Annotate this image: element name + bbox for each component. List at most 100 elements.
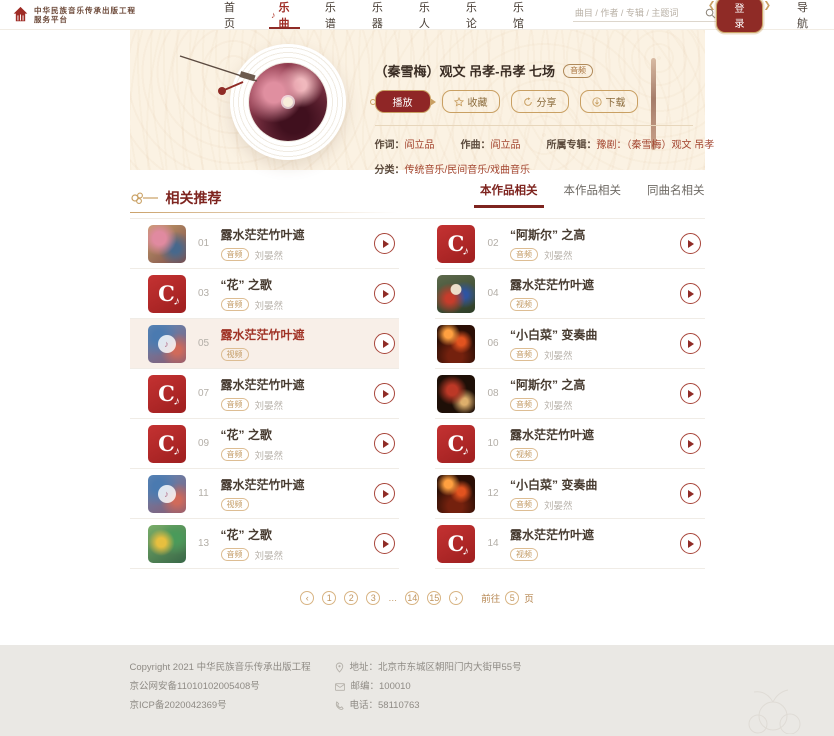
song-row-13[interactable]: 13“花” 之歌音频刘晏然: [130, 519, 400, 569]
pager-prev-button[interactable]: ‹: [300, 591, 314, 605]
song-row-11[interactable]: ♪11露水茫茫竹叶遮视频: [130, 469, 400, 519]
song-row-09[interactable]: C♪09“花” 之歌音频刘晏然: [130, 419, 400, 469]
song-row-10[interactable]: C♪10露水茫茫竹叶遮视频: [435, 419, 705, 469]
artist-name: 刘晏然: [544, 398, 573, 412]
logo-subtitle: 服务平台: [34, 15, 136, 24]
share-button[interactable]: 分享: [511, 90, 569, 113]
row-play-button[interactable]: [680, 233, 701, 254]
phone-icon: [335, 701, 344, 710]
song-row-title[interactable]: 露水茫茫竹叶遮: [510, 526, 594, 543]
song-row-title[interactable]: 露水茫茫竹叶遮: [221, 476, 305, 493]
row-play-button[interactable]: [680, 383, 701, 404]
track-number: 10: [481, 438, 505, 449]
row-play-button[interactable]: [374, 433, 395, 454]
vinyl-record: [230, 44, 346, 160]
song-row-06[interactable]: 06“小白菜” 变奏曲音频刘晏然: [435, 319, 705, 369]
related-tab-1[interactable]: 本作品相关: [480, 182, 538, 208]
pager-page-14[interactable]: 14: [405, 591, 419, 605]
artist-name: 刘晏然: [255, 248, 284, 262]
song-row-title[interactable]: “小白菜” 变奏曲: [510, 476, 597, 493]
song-row-title[interactable]: “花” 之歌: [221, 276, 284, 293]
login-button[interactable]: 登录: [716, 0, 763, 33]
song-row-title[interactable]: “花” 之歌: [221, 426, 284, 443]
logo-emblem-icon: [12, 6, 29, 23]
nav-item-7[interactable]: 乐馆: [513, 0, 533, 29]
download-button[interactable]: 下载: [580, 90, 638, 113]
play-triangle-icon: [688, 540, 694, 548]
media-type-badge: 音频: [221, 448, 249, 461]
search-box[interactable]: [573, 7, 716, 22]
download-icon: [592, 97, 602, 107]
category-field: 分类：传统音乐/民间音乐/戏曲音乐: [375, 161, 531, 176]
album-field[interactable]: 所属专辑：豫剧：（秦雪梅）观文 吊孝: [547, 136, 715, 151]
play-triangle-icon: [383, 540, 389, 548]
row-play-button[interactable]: [374, 383, 395, 404]
song-row-05[interactable]: ♪05露水茫茫竹叶遮视频: [130, 319, 400, 369]
related-tab-3[interactable]: 同曲名相关: [647, 182, 705, 208]
music-note-icon: ♪: [271, 10, 276, 20]
pager-page-2[interactable]: 2: [344, 591, 358, 605]
song-row-title[interactable]: 露水茫茫竹叶遮: [510, 276, 594, 293]
song-info: “花” 之歌音频刘晏然: [221, 276, 284, 312]
row-play-button[interactable]: [680, 433, 701, 454]
photo-thumbnail: ♪: [148, 475, 186, 513]
star-icon: [454, 97, 464, 107]
nav-item-4[interactable]: 乐器: [372, 0, 392, 29]
nav-item-1[interactable]: 首页: [224, 0, 244, 29]
logo-thumbnail: C♪: [437, 525, 475, 563]
play-triangle-icon: [383, 290, 389, 298]
song-row-title[interactable]: “阿斯尔” 之高: [510, 376, 585, 393]
pager-page-15[interactable]: 15: [427, 591, 441, 605]
favorite-button[interactable]: 收藏: [442, 90, 500, 113]
nav-item-6[interactable]: 乐论: [466, 0, 486, 29]
goto-page-input[interactable]: 5: [505, 591, 519, 605]
song-row-title[interactable]: 露水茫茫竹叶遮: [510, 426, 594, 443]
row-play-button[interactable]: [374, 233, 395, 254]
logo[interactable]: 中华民族音乐传承出版工程 服务平台: [12, 6, 190, 24]
photo-thumbnail: [148, 225, 186, 263]
row-play-button[interactable]: [680, 483, 701, 504]
search-input[interactable]: [573, 7, 705, 19]
play-triangle-icon: [383, 340, 389, 348]
row-play-button[interactable]: [374, 533, 395, 554]
song-row-03[interactable]: C♪03“花” 之歌音频刘晏然: [130, 269, 400, 319]
song-row-title[interactable]: 露水茫茫竹叶遮: [221, 326, 305, 343]
pager-next-button[interactable]: ›: [449, 591, 463, 605]
section-underline: [130, 212, 398, 213]
song-row-title[interactable]: 露水茫茫竹叶遮: [221, 226, 305, 243]
logo-c-glyph: C: [158, 383, 175, 404]
row-play-button[interactable]: [374, 283, 395, 304]
play-triangle-icon: [383, 240, 389, 248]
song-row-12[interactable]: 12“小白菜” 变奏曲音频刘晏然: [435, 469, 705, 519]
media-type-badge: 视频: [510, 448, 538, 461]
related-tab-2[interactable]: 本作品相关: [564, 182, 622, 208]
play-triangle-icon: [383, 440, 389, 448]
nav-item-3[interactable]: 乐谱: [325, 0, 345, 29]
song-row-14[interactable]: C♪14露水茫茫竹叶遮视频: [435, 519, 705, 569]
pager-ellipsis: …: [388, 591, 397, 605]
row-play-button[interactable]: [374, 483, 395, 504]
song-row-02[interactable]: C♪02“阿斯尔” 之高音频刘晏然: [435, 219, 705, 269]
pager-page-3[interactable]: 3: [366, 591, 380, 605]
nav-item-2[interactable]: ♪乐曲: [271, 0, 298, 29]
song-row-title[interactable]: “花” 之歌: [221, 526, 284, 543]
song-row-07[interactable]: C♪07露水茫茫竹叶遮音频刘晏然: [130, 369, 400, 419]
play-button[interactable]: 播放: [375, 90, 431, 113]
mail-icon: [335, 683, 345, 691]
song-row-08[interactable]: 08“阿斯尔” 之高音频刘晏然: [435, 369, 705, 419]
nav-item-5[interactable]: 乐人: [419, 0, 439, 29]
song-row-01[interactable]: 01露水茫茫竹叶遮音频刘晏然: [130, 219, 400, 269]
pager-page-1[interactable]: 1: [322, 591, 336, 605]
song-row-title[interactable]: “阿斯尔” 之高: [510, 226, 585, 243]
nav-toggle[interactable]: 导航: [797, 0, 818, 31]
pager-goto: 前往5页: [481, 591, 534, 605]
song-row-title[interactable]: “小白菜” 变奏曲: [510, 326, 597, 343]
song-row-04[interactable]: 04露水茫茫竹叶遮视频: [435, 269, 705, 319]
address-row: 地址：北京市东城区朝阳门内大街甲55号: [335, 658, 522, 677]
row-play-button[interactable]: [374, 333, 395, 354]
song-row-title[interactable]: 露水茫茫竹叶遮: [221, 376, 305, 393]
row-play-button[interactable]: [680, 283, 701, 304]
row-play-button[interactable]: [680, 333, 701, 354]
logo-c-glyph: C: [158, 433, 175, 454]
row-play-button[interactable]: [680, 533, 701, 554]
